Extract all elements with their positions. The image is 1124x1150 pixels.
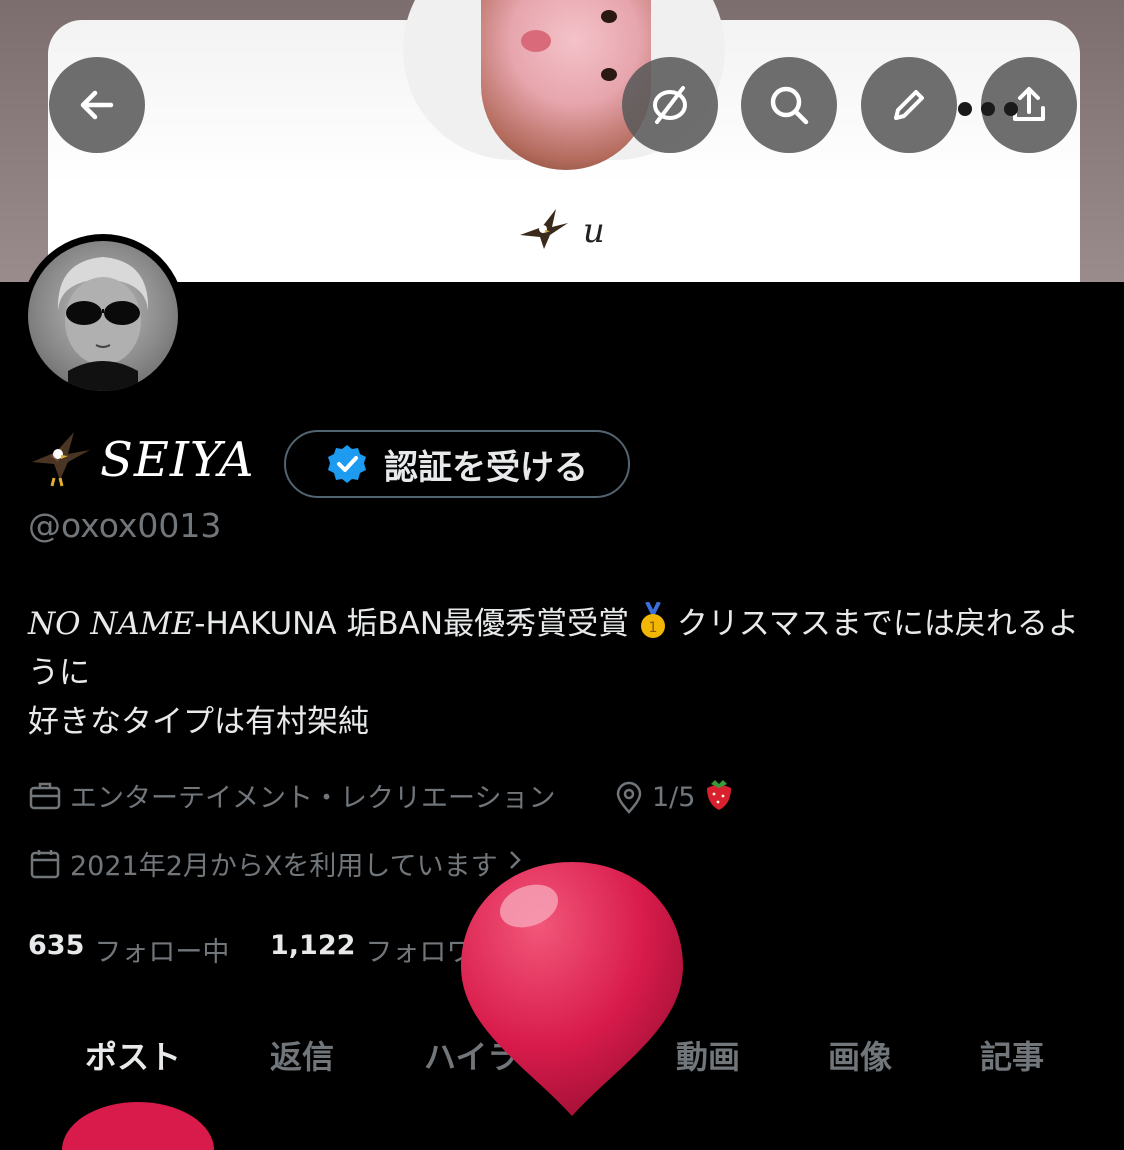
hide-button[interactable]	[622, 57, 718, 153]
svg-text:1: 1	[648, 620, 657, 636]
balloon-icon	[62, 1102, 214, 1150]
verified-badge-icon	[328, 445, 366, 483]
medal-icon: 1	[639, 601, 677, 642]
profile-joined-date[interactable]: 2021年2月からXを利用しています	[28, 844, 524, 883]
avatar-image	[28, 241, 178, 391]
avatar[interactable]	[21, 234, 185, 398]
location-pin-icon	[616, 781, 642, 814]
edit-button[interactable]	[861, 57, 957, 153]
bio-line-2: 好きなタイプは有村架純	[28, 704, 369, 740]
briefcase-icon	[29, 782, 61, 809]
bio-italic-text: NO NAME	[28, 606, 195, 642]
pencil-icon	[894, 90, 924, 120]
bio-text: -HAKUNA 垢BAN最優秀賞受賞	[194, 606, 630, 642]
profile-location: 1/5	[614, 776, 735, 819]
get-verified-button[interactable]: 認証を受ける	[284, 430, 630, 498]
strawberry-icon	[703, 776, 735, 819]
tab-posts[interactable]: ポスト	[85, 1032, 181, 1078]
profile-category: エンターテイメント・レクリエーション	[28, 776, 555, 815]
profile-bio: NO NAME-HAKUNA 垢BAN最優秀賞受賞 1 クリスマスまでには戻れる…	[28, 600, 1098, 747]
eagle-icon	[28, 428, 94, 492]
eagle-icon	[516, 209, 583, 251]
display-name: SEIYA	[28, 430, 255, 490]
search-icon	[770, 86, 809, 125]
search-button[interactable]	[741, 57, 837, 153]
get-verified-label: 認証を受ける	[384, 447, 588, 488]
tab-replies[interactable]: 返信	[270, 1032, 334, 1078]
tab-articles[interactable]: 記事	[980, 1032, 1044, 1078]
more-icon[interactable]	[958, 102, 1018, 116]
tab-videos[interactable]: 動画	[676, 1032, 740, 1078]
following-link[interactable]: 635 フォロー中	[28, 930, 229, 969]
arrow-left-icon	[80, 90, 114, 120]
eye-slash-icon	[653, 86, 687, 124]
banner-name: u	[516, 205, 605, 261]
calendar-icon	[30, 849, 60, 878]
back-button[interactable]	[49, 57, 145, 153]
profile-banner[interactable]: u	[0, 0, 1124, 282]
tab-images[interactable]: 画像	[828, 1032, 892, 1078]
username-handle: @oxox0013	[28, 506, 222, 545]
display-name-text: SEIYA	[100, 432, 255, 488]
balloon-icon	[461, 862, 683, 1116]
